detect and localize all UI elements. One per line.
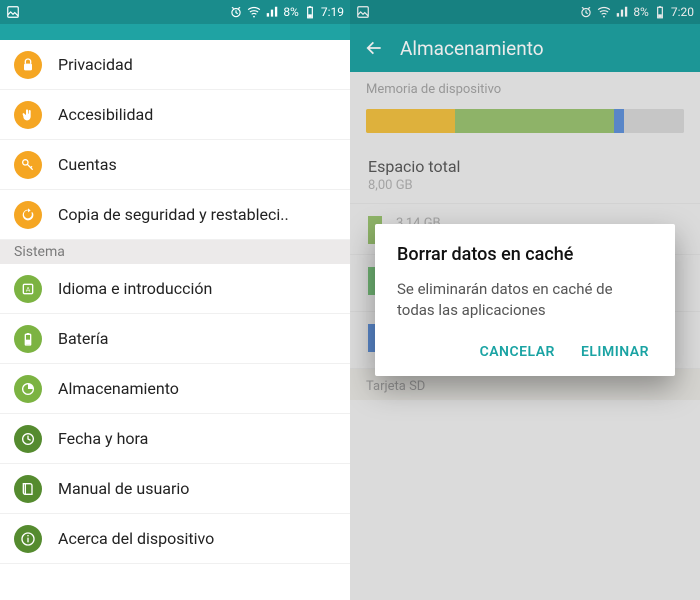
signal-icon	[265, 5, 279, 19]
row-label: Manual de usuario	[58, 479, 189, 498]
status-bar: 8% 7:19	[0, 0, 350, 24]
hand-icon	[14, 101, 42, 129]
svg-text:A: A	[26, 285, 31, 293]
refresh-icon	[14, 201, 42, 229]
storage-icon	[14, 375, 42, 403]
settings-row-hand[interactable]: Accesibilidad	[0, 90, 350, 140]
row-label: Almacenamiento	[58, 379, 179, 398]
clear-cache-dialog: Borrar datos en caché Se eliminarán dato…	[375, 224, 675, 376]
settings-pane-left: 8% 7:19 Ajustes PrivacidadAccesibilidadC…	[0, 0, 350, 600]
key-icon	[14, 151, 42, 179]
lock-icon	[14, 51, 42, 79]
alarm-icon	[229, 5, 243, 19]
settings-row-key[interactable]: Cuentas	[0, 140, 350, 190]
row-label: Accesibilidad	[58, 105, 153, 124]
row-label: Fecha y hora	[58, 429, 148, 448]
row-label: Acerca del dispositivo	[58, 529, 214, 548]
cancel-button[interactable]: CANCELAR	[480, 344, 555, 360]
row-label: Idioma e introducción	[58, 279, 212, 298]
section-header-sistema: Sistema	[0, 240, 350, 264]
settings-list[interactable]: Privacidad Accesibilidad Cuentas Copia de s…	[0, 40, 350, 564]
settings-row-battery[interactable]: Batería	[0, 314, 350, 364]
clock-time: 7:19	[321, 5, 344, 19]
dialog-scrim[interactable]: Borrar datos en caché Se eliminarán dato…	[350, 0, 700, 600]
wifi-icon	[247, 5, 261, 19]
settings-row-refresh[interactable]: Copia de seguridad y restableci..	[0, 190, 350, 240]
row-label: Cuentas	[58, 155, 117, 174]
battery-icon	[303, 5, 317, 19]
globe-icon: A	[14, 275, 42, 303]
settings-row-info[interactable]: Acerca del dispositivo	[0, 514, 350, 564]
storage-pane-right: 8% 7:20 Almacenamiento Memoria de dispos…	[350, 0, 700, 600]
picture-icon	[6, 5, 20, 19]
settings-row-book[interactable]: Manual de usuario	[0, 464, 350, 514]
battery-pct: 8%	[283, 5, 299, 19]
dialog-message: Se eliminarán datos en caché de todas la…	[397, 279, 653, 320]
info-icon	[14, 525, 42, 553]
row-label: Batería	[58, 329, 108, 348]
row-label: Copia de seguridad y restableci..	[58, 205, 289, 224]
settings-row-clock[interactable]: Fecha y hora	[0, 414, 350, 464]
battery-icon	[14, 325, 42, 353]
settings-row-storage[interactable]: Almacenamiento	[0, 364, 350, 414]
confirm-button[interactable]: ELIMINAR	[581, 344, 649, 360]
book-icon	[14, 475, 42, 503]
settings-row-globe[interactable]: A Idioma e introducción	[0, 264, 350, 314]
dialog-title: Borrar datos en caché	[397, 244, 653, 265]
clock-icon	[14, 425, 42, 453]
dialog-actions: CANCELAR ELIMINAR	[397, 338, 653, 366]
row-label: Privacidad	[58, 55, 133, 74]
